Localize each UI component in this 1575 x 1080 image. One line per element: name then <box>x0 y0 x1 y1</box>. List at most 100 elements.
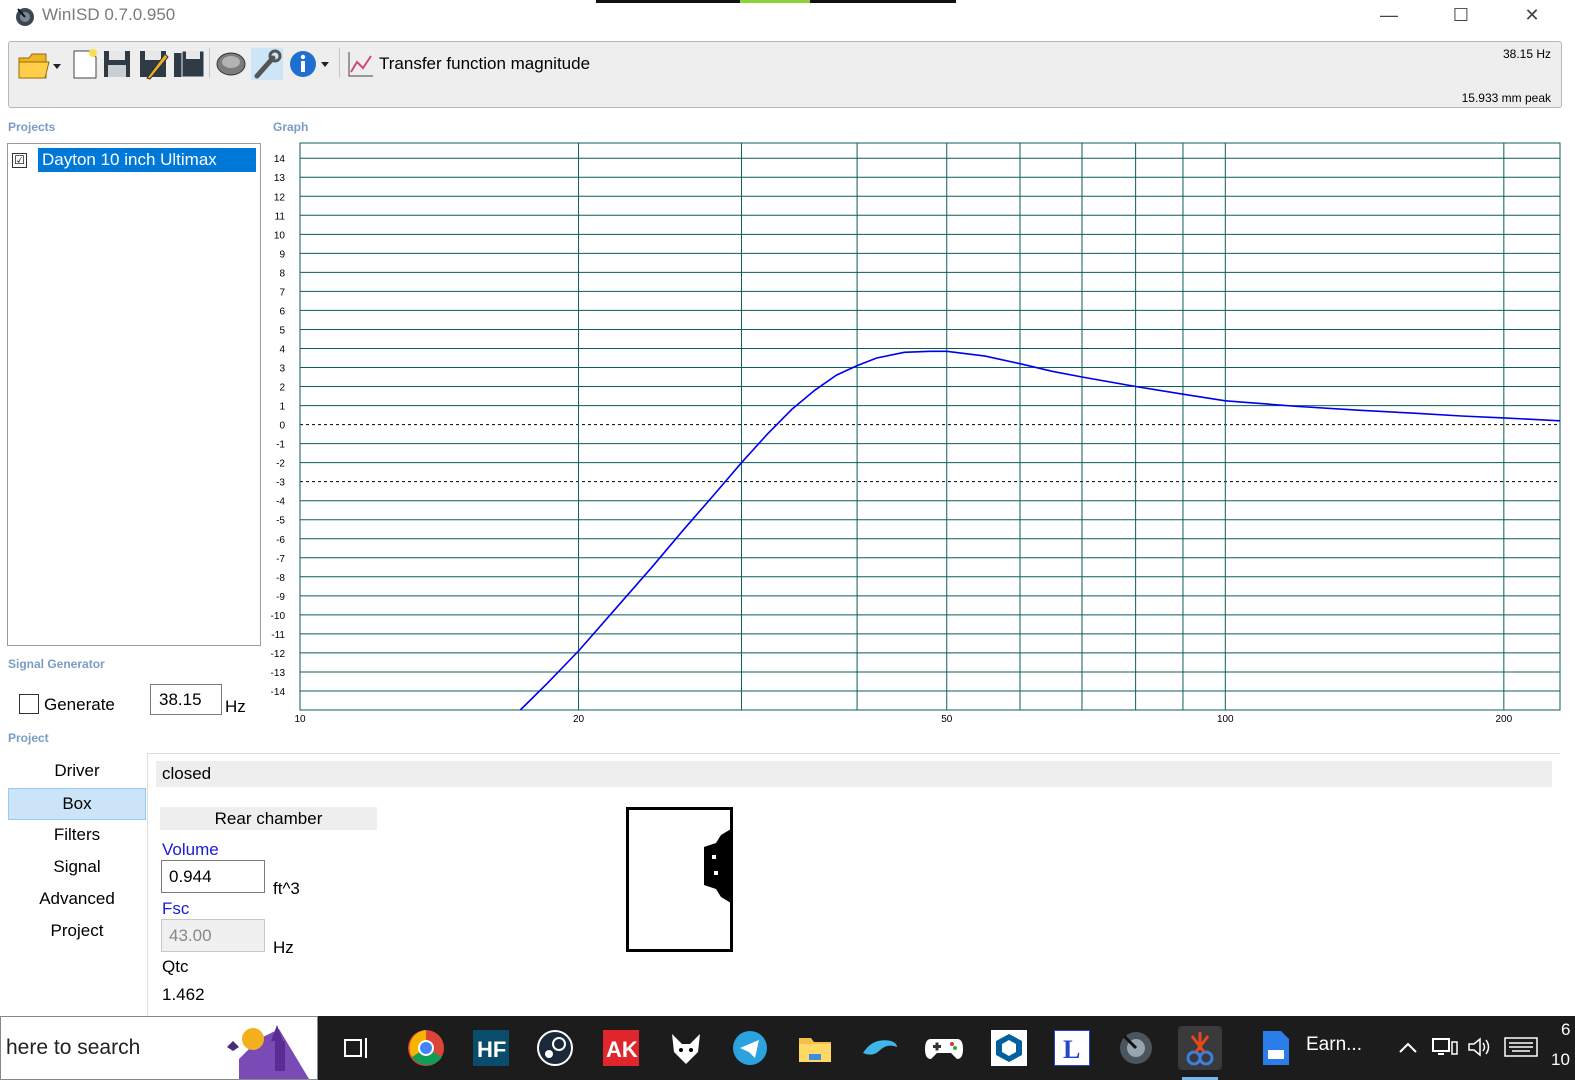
y-tick-label: 2 <box>279 383 285 394</box>
y-tick-label: 8 <box>279 268 285 279</box>
chevron-up-icon[interactable] <box>1398 1038 1418 1058</box>
graph-icon[interactable] <box>345 48 377 80</box>
search-box[interactable]: here to search <box>0 1016 318 1080</box>
signal-frequency-unit: Hz <box>225 697 246 716</box>
search-highlight-icon <box>227 1025 309 1079</box>
projects-list: ☑ Dayton 10 inch Ultimax <box>7 143 261 646</box>
earnings-app-label[interactable]: Earn... <box>1306 1034 1362 1056</box>
volume-label: Volume <box>162 840 219 859</box>
taskbar: here to search HF AK L Earn... 6 10 <box>0 1016 1575 1080</box>
minimize-button[interactable]: — <box>1366 0 1412 30</box>
file-explorer-icon[interactable] <box>793 1026 837 1070</box>
fsc-unit: Hz <box>273 938 294 957</box>
svg-text:HF: HF <box>477 1037 506 1062</box>
x-tick-label: 10 <box>294 714 306 725</box>
y-tick-label: -3 <box>276 478 285 489</box>
telegram-icon[interactable] <box>728 1026 772 1070</box>
save-icon[interactable] <box>101 48 133 80</box>
volume-input[interactable] <box>161 860 265 893</box>
snipping-tool-icon[interactable] <box>1178 1026 1222 1080</box>
excursion-readout: 15.933 mm peak <box>1461 91 1551 105</box>
winisd-icon[interactable] <box>1114 1026 1158 1070</box>
open-folder-icon[interactable] <box>17 48 63 80</box>
tools-icon[interactable] <box>251 48 283 80</box>
save-all-icon[interactable] <box>173 48 205 80</box>
info-icon[interactable] <box>287 48 333 80</box>
box-type-selector[interactable]: closed <box>156 761 1552 787</box>
task-view-icon[interactable] <box>334 1026 378 1070</box>
project-name[interactable]: Dayton 10 inch Ultimax <box>38 148 256 172</box>
nav-item-box[interactable]: Box <box>8 788 146 820</box>
close-button[interactable]: ✕ <box>1509 0 1555 30</box>
toolbar-separator <box>339 48 340 78</box>
signal-generator-section-label: Signal Generator <box>8 657 105 671</box>
y-tick-label: -13 <box>271 668 286 679</box>
generate-checkbox[interactable] <box>19 694 39 714</box>
y-tick-label: -5 <box>276 516 285 527</box>
closed-box-diagram <box>626 807 733 952</box>
box-panel <box>147 753 1560 1018</box>
rear-chamber-header: Rear chamber <box>160 807 377 830</box>
y-tick-label: 12 <box>274 192 286 203</box>
y-tick-label: 4 <box>279 344 285 355</box>
x-tick-label: 100 <box>1217 714 1234 725</box>
save-as-icon[interactable] <box>137 48 169 80</box>
graph-selector-label[interactable]: Transfer function magnitude <box>379 54 590 74</box>
dolphin-icon[interactable] <box>858 1026 902 1070</box>
y-tick-label: 1 <box>279 402 285 413</box>
y-tick-label: -2 <box>276 459 285 470</box>
nav-item-advanced[interactable]: Advanced <box>8 884 146 916</box>
maximize-button[interactable]: ☐ <box>1438 0 1484 30</box>
nav-item-filters[interactable]: Filters <box>8 820 146 852</box>
y-tick-label: -11 <box>271 630 285 641</box>
y-tick-label: -6 <box>276 535 285 546</box>
y-tick-label: -4 <box>276 497 285 508</box>
y-tick-label: -12 <box>271 649 286 660</box>
y-tick-label: -1 <box>276 440 285 451</box>
chrome-icon[interactable] <box>404 1026 448 1070</box>
x-tick-label: 20 <box>573 714 585 725</box>
project-nav: Driver Box Filters Signal Advanced Proje… <box>8 756 146 948</box>
volume-icon[interactable] <box>1467 1036 1493 1058</box>
cursor-frequency-readout: 38.15 Hz <box>1502 47 1551 61</box>
window-title: WinISD 0.7.0.950 <box>42 5 176 24</box>
nav-item-signal[interactable]: Signal <box>8 852 146 884</box>
graph-section-label: Graph <box>273 120 309 134</box>
winisd-app-icon <box>16 8 34 26</box>
hf-icon[interactable]: HF <box>469 1026 513 1070</box>
y-tick-label: 0 <box>279 421 285 432</box>
svg-text:L: L <box>1063 1035 1080 1064</box>
generate-label: Generate <box>44 695 115 714</box>
ak-icon[interactable]: AK <box>599 1026 643 1070</box>
transfer-function-graph[interactable]: 14131211109876543210-1-2-3-4-5-6-7-8-9-1… <box>262 138 1562 730</box>
fox-icon[interactable] <box>664 1026 708 1070</box>
nav-item-project[interactable]: Project <box>8 916 146 948</box>
title-bar: WinISD 0.7.0.950 — ☐ ✕ <box>0 0 1575 30</box>
network-icon[interactable] <box>1432 1036 1458 1058</box>
y-tick-label: 14 <box>274 154 286 165</box>
projects-section-label: Projects <box>8 120 56 134</box>
y-tick-label: 3 <box>279 364 285 375</box>
y-tick-label: -9 <box>276 592 285 603</box>
svg-text:AK: AK <box>606 1037 638 1062</box>
steam-icon[interactable] <box>533 1026 577 1070</box>
keyboard-icon[interactable] <box>1504 1036 1538 1058</box>
project-section-label: Project <box>8 731 49 745</box>
toolbar-separator <box>209 48 210 78</box>
fsc-label: Fsc <box>162 899 190 918</box>
y-tick-label: -7 <box>276 554 285 565</box>
project-item[interactable]: ☑ Dayton 10 inch Ultimax <box>12 148 256 172</box>
title-bar-decoration-accent <box>740 0 810 3</box>
l-app-icon[interactable]: L <box>1050 1026 1094 1070</box>
earnings-app-icon[interactable] <box>1254 1026 1298 1070</box>
new-document-icon[interactable] <box>69 48 101 80</box>
driver-icon[interactable] <box>215 48 247 80</box>
signal-frequency-input[interactable] <box>150 684 222 715</box>
y-tick-label: 9 <box>279 249 285 260</box>
clock-partial-top: 6 <box>1561 1020 1571 1039</box>
project-checkbox[interactable]: ☑ <box>12 152 27 168</box>
sketchup-icon[interactable] <box>987 1026 1031 1070</box>
nav-item-driver[interactable]: Driver <box>8 756 146 788</box>
toolbar: Transfer function magnitude 38.15 Hz 15.… <box>8 41 1562 108</box>
gamepad-icon[interactable] <box>922 1026 966 1070</box>
